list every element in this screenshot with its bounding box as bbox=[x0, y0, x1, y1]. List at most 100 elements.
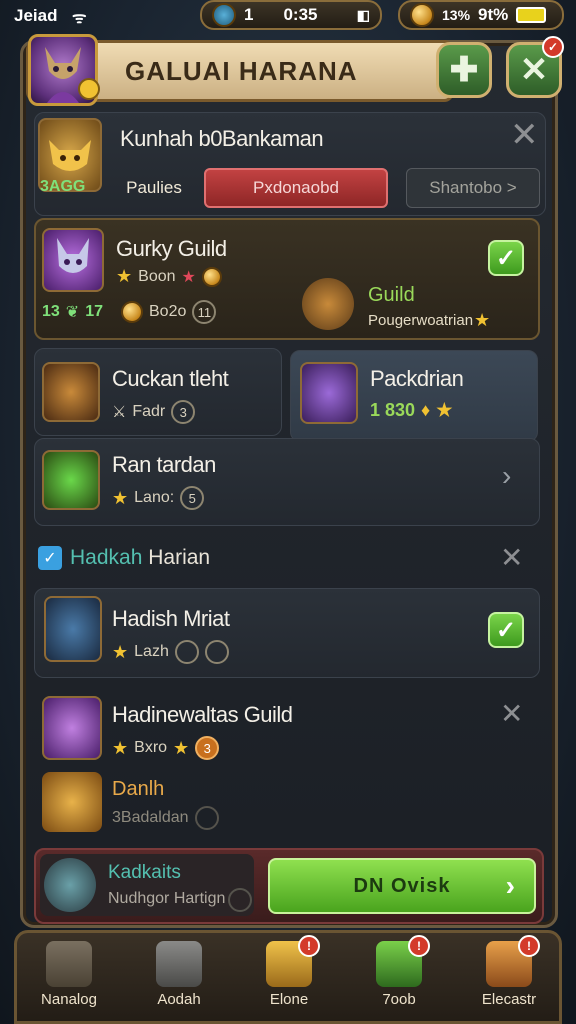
sword-icon: ⚔ bbox=[112, 404, 127, 421]
clock-pill: 1 0:35 ◧ bbox=[200, 0, 382, 30]
time-label: 0:35 bbox=[283, 5, 318, 24]
compass-icon bbox=[212, 3, 236, 27]
share-button[interactable]: ✚ bbox=[436, 42, 492, 98]
item1-name: Hadish Mriat bbox=[112, 606, 230, 631]
guild-member-icon bbox=[302, 278, 354, 330]
star-icon: ★ bbox=[112, 737, 129, 758]
nav-item-castle[interactable]: ! Elecastr bbox=[457, 935, 561, 1008]
profile-badge: 3AGG bbox=[40, 178, 86, 195]
tab-paulies[interactable]: Paulies bbox=[112, 168, 196, 208]
footer-info-icon bbox=[228, 888, 252, 912]
trophy-icon: ★ bbox=[436, 400, 453, 420]
footer-title: Kadkaits bbox=[108, 862, 181, 883]
item1-meta-text: Lazh bbox=[134, 643, 169, 660]
battery-pill: 13% 9t% bbox=[398, 0, 564, 30]
leaf-icon: ❦ bbox=[65, 304, 80, 321]
list-item[interactable] bbox=[34, 588, 540, 678]
notification-badge: ! bbox=[298, 935, 320, 957]
guild-emblem-icon bbox=[42, 228, 104, 292]
left-card2-badge: 5 bbox=[180, 486, 205, 510]
guild-row1: ★ Boon ★ bbox=[116, 266, 222, 287]
guild-check-button[interactable]: ✓ bbox=[488, 240, 524, 276]
section-close-icon[interactable]: ✕ bbox=[500, 544, 523, 572]
footer-sub: Nudhgor Hartign bbox=[108, 890, 226, 907]
section-title-a: Hadkah bbox=[70, 546, 143, 569]
star-icon: ★ bbox=[112, 487, 129, 508]
item3-icon bbox=[42, 772, 102, 832]
nav-item-chest[interactable]: ! Elone bbox=[237, 935, 341, 1008]
star-icon: ★ bbox=[116, 266, 133, 286]
guild-sub-title: Guild bbox=[368, 284, 415, 306]
nav-label: 7oob bbox=[382, 991, 416, 1008]
nav-label: Aodah bbox=[157, 991, 201, 1008]
carrier-label: Jeiad bbox=[14, 6, 58, 25]
battery-percent: 13% bbox=[442, 7, 471, 23]
swords-icon bbox=[156, 941, 202, 987]
nav-label: Nanalog bbox=[41, 991, 97, 1008]
notification-badge: ! bbox=[408, 935, 430, 957]
guild-stat-c: Bo2o bbox=[149, 303, 187, 320]
item1-check-button[interactable]: ✓ bbox=[488, 612, 524, 648]
profile-close-icon[interactable]: ✕ bbox=[510, 118, 539, 152]
confirm-button[interactable]: DN Ovisk › bbox=[268, 858, 536, 914]
left-card2[interactable] bbox=[34, 438, 540, 526]
guild-stat-a: 13 bbox=[42, 303, 60, 320]
tab-shantobo[interactable]: Shantobo > bbox=[406, 168, 540, 208]
medal-icon bbox=[121, 301, 143, 323]
medal-icon bbox=[204, 640, 229, 664]
item3-meta: 3Badaldan bbox=[112, 806, 219, 830]
item3-meta-text: 3Badaldan bbox=[112, 809, 189, 826]
item2-meta-text: Bxro bbox=[134, 739, 168, 756]
guild-stat-badge: 11 bbox=[192, 300, 217, 324]
castle-icon: ! bbox=[486, 935, 540, 987]
staff-icon bbox=[44, 596, 102, 662]
profile-name: Kunhah b0Bankaman bbox=[120, 126, 324, 151]
star-icon: ★ bbox=[112, 641, 129, 662]
left-card-badge: 3 bbox=[171, 400, 196, 424]
section-title: Hadkah Harian bbox=[70, 546, 210, 570]
left-card-name: Cuckan tleht bbox=[112, 366, 229, 391]
tab-pxdonaobd[interactable]: Pxdonaobd bbox=[204, 168, 388, 208]
gold-coin-icon bbox=[410, 3, 434, 27]
shield-badge-icon bbox=[78, 78, 100, 100]
item2-close-icon[interactable]: ✕ bbox=[500, 700, 523, 728]
gem-icon: ♦ bbox=[421, 400, 431, 420]
nav-label: Elone bbox=[269, 991, 309, 1008]
left-card2-icon bbox=[42, 450, 100, 510]
battery-label: 9t% bbox=[478, 5, 509, 24]
star-red-icon: ★ bbox=[181, 268, 196, 286]
item1-meta: ★ Lazh bbox=[112, 640, 229, 664]
left-card-meta-text: Fadr bbox=[132, 403, 166, 420]
left-card2-meta-text: Lano: bbox=[134, 489, 175, 506]
status-bar: Jeiad ᯤ 1 0:35 ◧ 13% 9t% bbox=[0, 0, 576, 32]
info-icon bbox=[194, 806, 219, 830]
close-icon: ✕ bbox=[519, 51, 549, 89]
signal-label: 1 bbox=[244, 5, 254, 24]
nav-item-battle[interactable]: Aodah bbox=[127, 941, 231, 1008]
item2-meta: ★ Bxro ★ 3 bbox=[112, 736, 220, 760]
right-card-name: Packdrian bbox=[370, 366, 464, 391]
guild-name: Gurky Guild bbox=[116, 236, 227, 261]
timer-icon: ◧ bbox=[356, 6, 370, 23]
item2-badge: 3 bbox=[195, 736, 220, 760]
chest-icon: ! bbox=[266, 935, 320, 987]
section-title-b: Harian bbox=[148, 546, 211, 569]
nav-item-leaf[interactable]: ! 7oob bbox=[347, 935, 451, 1008]
thumb-icon: ★ bbox=[474, 310, 491, 330]
right-card-value-text: 1 830 bbox=[370, 400, 416, 420]
notification-badge: ! bbox=[518, 935, 540, 957]
nav-label: Elecastr bbox=[481, 991, 537, 1008]
guild-stat-b: 17 bbox=[85, 303, 103, 320]
chevron-right-icon[interactable]: › bbox=[502, 460, 511, 492]
checkbox-icon[interactable]: ✓ bbox=[38, 546, 62, 570]
nav-item-home[interactable]: Nanalog bbox=[17, 941, 121, 1008]
left-card-meta: ⚔ Fadr 3 bbox=[112, 400, 196, 424]
right-card-icon bbox=[300, 362, 358, 424]
share-icon: ✚ bbox=[449, 51, 479, 89]
left-card2-meta: ★ Lano: 5 bbox=[112, 486, 205, 510]
left-card-icon bbox=[42, 362, 100, 422]
coin-icon bbox=[201, 266, 222, 287]
wifi-icon: ᯤ bbox=[72, 10, 87, 27]
leaf-icon: ! bbox=[376, 935, 430, 987]
item2-icon bbox=[42, 696, 102, 760]
